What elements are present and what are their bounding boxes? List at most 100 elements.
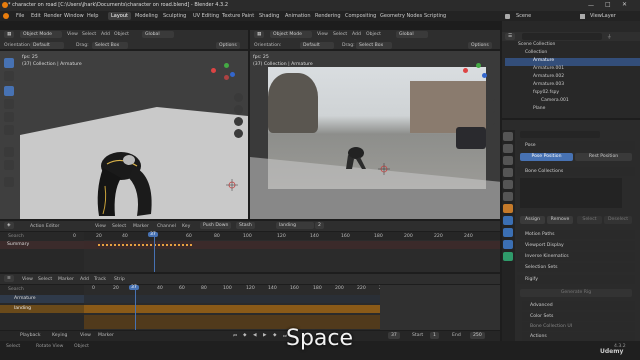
viewport-display-section[interactable]: Viewport Display: [517, 241, 635, 250]
close-button[interactable]: ✕: [622, 1, 627, 8]
armature-data-tab-icon[interactable]: [503, 252, 513, 261]
summary-keyframes[interactable]: [98, 244, 193, 246]
outliner-row[interactable]: Armature.003: [505, 82, 640, 90]
output-tab-icon[interactable]: [503, 156, 513, 165]
selection-sets-section[interactable]: Selection Sets: [517, 263, 635, 272]
jump-start-icon[interactable]: ⏮: [233, 333, 237, 339]
nla-playhead-frame[interactable]: 37: [129, 285, 139, 290]
zoom-icon[interactable]: [234, 93, 243, 102]
nla-menu-marker[interactable]: Marker: [58, 277, 74, 282]
annotate-tool-icon[interactable]: [4, 147, 14, 157]
left-menu-view[interactable]: View: [67, 32, 78, 37]
right-gizmo-y-icon[interactable]: [476, 63, 481, 68]
nla-landing-strip[interactable]: [84, 305, 380, 313]
scene-selector[interactable]: Scene: [516, 13, 531, 19]
view-layer-selector[interactable]: ViewLayer: [590, 13, 616, 19]
select-button[interactable]: Select: [577, 216, 602, 224]
left-menu-object[interactable]: Object: [114, 32, 129, 37]
left-menu-select[interactable]: Select: [82, 32, 96, 37]
right-zoom-icon[interactable]: [486, 93, 495, 102]
generate-rig-button[interactable]: Generate Rig: [520, 289, 632, 297]
tool-tab-icon[interactable]: [503, 132, 513, 141]
outliner-row[interactable]: Scene Collection: [505, 42, 640, 50]
select-tool-icon[interactable]: [4, 58, 14, 68]
cursor-tool-icon[interactable]: [4, 71, 14, 81]
inverse-kinematics-section[interactable]: Inverse Kinematics: [517, 252, 635, 261]
right-menu-add[interactable]: Add: [352, 32, 361, 37]
editor-type-button[interactable]: ▦: [4, 31, 15, 38]
right-camera-viewport[interactable]: fps: 25 (37) Collection | Armature: [250, 51, 500, 219]
advanced-section[interactable]: Advanced: [522, 301, 635, 310]
end-frame-field[interactable]: 250: [470, 332, 485, 339]
camera-view-icon[interactable]: [234, 117, 243, 126]
gizmo-neg-x-icon[interactable]: [224, 75, 229, 80]
nla-editor-type-icon[interactable]: ≡: [4, 275, 14, 282]
menu-help[interactable]: Help: [87, 13, 98, 19]
tab-geometry-nodes[interactable]: Geometry Nodes: [377, 12, 425, 20]
nla-menu-strip[interactable]: Strip: [114, 277, 125, 282]
nla-timeline[interactable]: [84, 285, 380, 330]
move-tool-icon[interactable]: [4, 86, 14, 96]
nla-menu-select[interactable]: Select: [38, 277, 52, 282]
tab-uv-editing[interactable]: UV Editing: [190, 12, 222, 20]
view-menu[interactable]: View: [80, 333, 91, 338]
rotate-tool-icon[interactable]: [4, 99, 14, 109]
ae-menu-marker[interactable]: Marker: [133, 224, 149, 229]
bone-collection-list[interactable]: [520, 178, 622, 208]
deselect-button[interactable]: Deselect: [604, 216, 632, 224]
tab-compositing[interactable]: Compositing: [342, 12, 379, 20]
properties-search-input[interactable]: [520, 131, 600, 138]
menu-edit[interactable]: Edit: [31, 13, 41, 19]
right-gizmo-x-icon[interactable]: [463, 68, 468, 73]
add-cube-tool-icon[interactable]: [4, 177, 14, 187]
tab-rendering[interactable]: Rendering: [312, 12, 344, 20]
push-down-button[interactable]: Push Down: [200, 222, 232, 229]
nla-track-landing[interactable]: [0, 305, 84, 313]
left-orientation-dropdown[interactable]: Default: [30, 42, 64, 49]
tab-modeling[interactable]: Modeling: [132, 12, 161, 20]
tab-animation[interactable]: Animation: [282, 12, 314, 20]
blender-menu-icon[interactable]: [3, 13, 9, 19]
ae-menu-key[interactable]: Key: [182, 224, 190, 229]
outliner-row[interactable]: fspy02.fspy: [505, 90, 640, 98]
tab-layout[interactable]: Layout: [108, 12, 131, 20]
assign-button[interactable]: Assign: [520, 216, 545, 224]
left-mode-dropdown[interactable]: Object Mode: [20, 31, 62, 38]
nla-menu-track[interactable]: Track: [94, 277, 106, 282]
nla-track-armature[interactable]: [0, 295, 84, 303]
menu-file[interactable]: File: [16, 13, 24, 19]
perspective-grid-icon[interactable]: [234, 129, 243, 138]
nla-menu-view[interactable]: View: [22, 277, 33, 282]
playback-menu[interactable]: Playback: [20, 333, 41, 338]
scale-tool-icon[interactable]: [4, 112, 14, 122]
outliner-row[interactable]: Camera.001: [505, 98, 640, 106]
pan-hand-icon[interactable]: [234, 105, 243, 114]
action-editor-mode-dropdown[interactable]: Action Editor: [30, 224, 59, 229]
right-menu-object[interactable]: Object: [366, 32, 381, 37]
gizmo-y-icon[interactable]: [224, 63, 229, 68]
action-selector[interactable]: landing: [276, 222, 314, 229]
tab-sculpting[interactable]: Sculpting: [160, 12, 189, 20]
left-menu-add[interactable]: Add: [101, 32, 110, 37]
tab-scripting[interactable]: Scripting: [421, 12, 449, 20]
right-menu-select[interactable]: Select: [333, 32, 347, 37]
left-3d-viewport[interactable]: fps: 25 (37) Collection | Armature: [0, 51, 248, 219]
outliner-filter-icon[interactable]: ⏚: [607, 34, 612, 40]
view-layer-tab-icon[interactable]: [503, 168, 513, 177]
remove-button[interactable]: Remove: [547, 216, 573, 224]
right-gizmo-z-icon[interactable]: [482, 73, 487, 78]
action-editor-type-icon[interactable]: ◈: [4, 222, 14, 229]
menu-render[interactable]: Render: [44, 13, 62, 19]
actions-section[interactable]: Actions: [522, 332, 635, 341]
world-tab-icon[interactable]: [503, 192, 513, 201]
left-transform-orientation[interactable]: Global: [142, 31, 174, 38]
measure-tool-icon[interactable]: [4, 160, 14, 170]
outliner-row[interactable]: Armature.001: [505, 66, 640, 74]
start-frame-field[interactable]: 1: [430, 332, 439, 339]
transform-tool-icon[interactable]: [4, 125, 14, 135]
nla-menu-add[interactable]: Add: [80, 277, 89, 282]
object-tab-icon[interactable]: [503, 204, 513, 213]
modifier-tab-icon[interactable]: [503, 216, 513, 225]
play-icon[interactable]: ▶: [263, 333, 267, 338]
bone-collection-ui-section[interactable]: Bone Collection UI: [522, 322, 635, 331]
